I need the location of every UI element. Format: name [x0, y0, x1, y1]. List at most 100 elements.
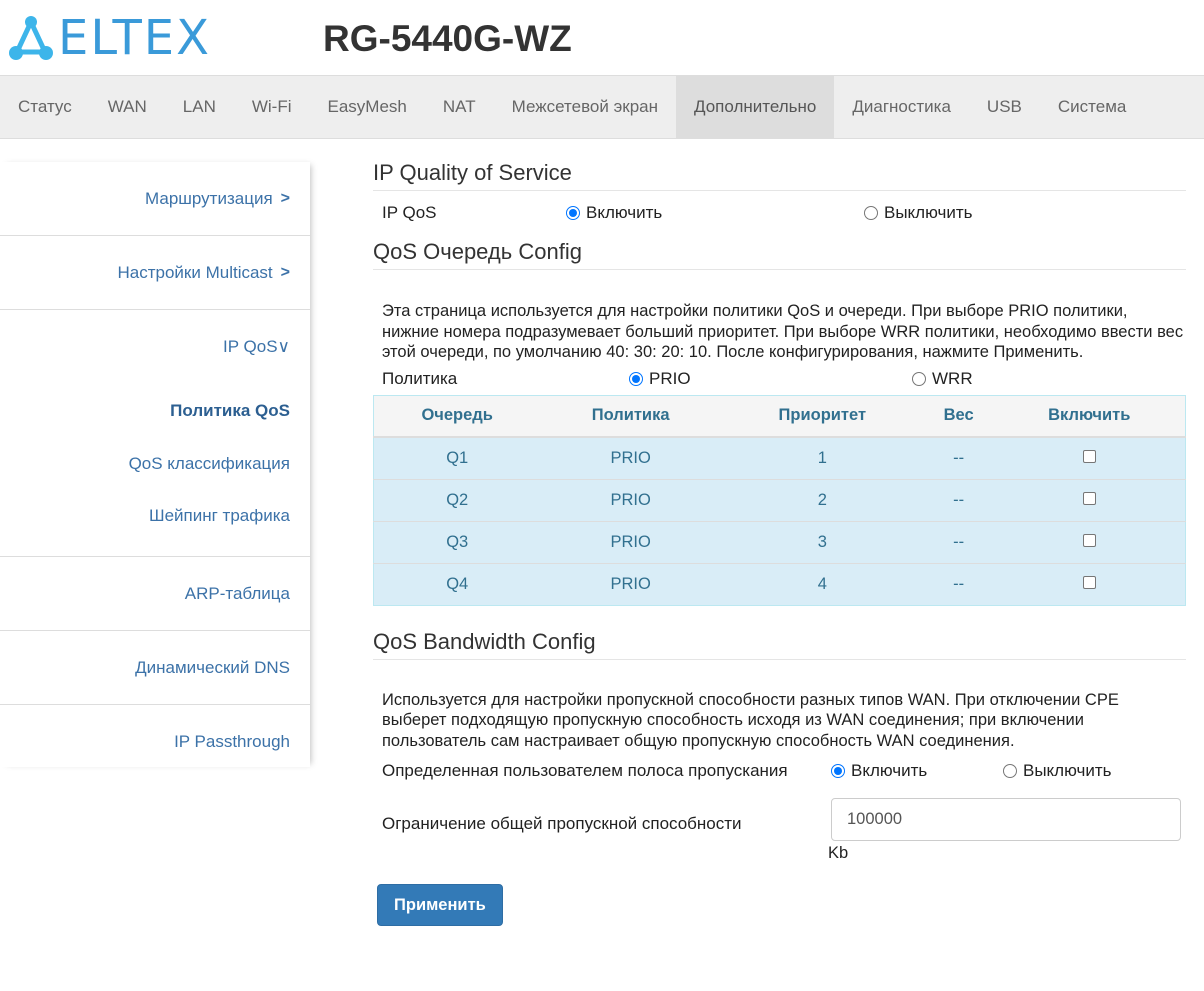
- cell-q: Q3: [373, 520, 541, 563]
- cell-pr: 1: [720, 436, 924, 479]
- radio-checked[interactable]: [831, 764, 845, 778]
- radio-checked[interactable]: [566, 206, 580, 220]
- enable-checkbox[interactable]: [1082, 533, 1096, 547]
- bandwidth-description: Используется для настройки пропускной сп…: [382, 690, 1119, 750]
- cell-q: Q2: [373, 478, 541, 521]
- user-bandwidth-on-radio[interactable]: Включить: [831, 761, 1003, 781]
- logo-text: ELTEX: [58, 10, 211, 66]
- cell-w: --: [923, 436, 994, 479]
- ipqos-title: IP Quality of Service: [373, 160, 1186, 191]
- queue-description: Эта страница используется для настройки …: [382, 302, 1184, 361]
- cell-p: PRIO: [540, 478, 721, 521]
- sidebar-item-qos-policy[interactable]: Политика QoS: [0, 384, 310, 437]
- nav-tab[interactable]: Диагностика: [834, 76, 969, 138]
- column-header: Очередь: [373, 395, 541, 438]
- policy-label: Политика: [382, 368, 458, 388]
- cell-p: PRIO: [540, 436, 721, 479]
- radio-label: PRIO: [649, 368, 691, 388]
- nav-tab[interactable]: EasyMesh: [310, 76, 425, 138]
- sidebar-label: IP QoS: [223, 337, 278, 356]
- nav-tab[interactable]: LAN: [165, 76, 234, 138]
- column-header: Вес: [923, 395, 994, 438]
- cell-q: Q4: [373, 562, 541, 605]
- radio-checked[interactable]: [629, 371, 643, 386]
- radio-label: WRR: [932, 368, 973, 388]
- column-header: Включить: [993, 395, 1186, 438]
- eltex-logo: ELTEX: [8, 12, 211, 64]
- nav-tab[interactable]: Статус: [0, 76, 90, 138]
- bandwidth-title: QoS Bandwidth Config: [373, 629, 1186, 660]
- chevron-right-icon: >: [280, 189, 290, 207]
- policy-prio-radio[interactable]: PRIO: [629, 369, 912, 389]
- nav-tab[interactable]: Система: [1040, 76, 1144, 138]
- chevron-right-icon: >: [280, 263, 290, 281]
- ipqos-label: IP QoS: [382, 203, 437, 222]
- queue-table: Очередь Политика Приоритет Вес Включить Q1 PR…: [373, 394, 1186, 606]
- table-header-row: Очередь Политика Приоритет Вес Включить: [373, 395, 1186, 438]
- cell-p: PRIO: [540, 562, 721, 605]
- cell-pr: 2: [720, 478, 924, 521]
- limit-input[interactable]: [831, 797, 1181, 841]
- radio-label: Включить: [851, 761, 928, 780]
- enable-checkbox[interactable]: [1082, 491, 1096, 505]
- cell-enable: [993, 562, 1186, 605]
- chevron-down-icon: ∨: [277, 337, 290, 356]
- sidebar-label: Маршрутизация: [145, 188, 273, 208]
- queue-title: QoS Очередь Config: [373, 239, 1186, 270]
- radio-unchecked[interactable]: [864, 206, 878, 220]
- policy-wrr-radio[interactable]: WRR: [912, 369, 973, 389]
- user-bandwidth-label: Определенная пользователем полоса пропус…: [382, 761, 788, 780]
- user-bandwidth-row: Определенная пользователем полоса пропус…: [373, 751, 1186, 791]
- enable-checkbox[interactable]: [1082, 449, 1096, 463]
- limit-label: Ограничение общей пропускной способности: [382, 814, 742, 833]
- user-bandwidth-off-radio[interactable]: Выключить: [1003, 761, 1111, 781]
- nav-tab[interactable]: Межсетевой экран: [494, 76, 676, 138]
- limit-row: Ограничение общей пропускной способности: [373, 794, 1186, 844]
- sidebar-item-arp[interactable]: ARP-таблица: [0, 557, 310, 631]
- sidebar-item-routing[interactable]: Маршрутизация >: [0, 162, 310, 236]
- sidebar-item-ipqos[interactable]: IP QoS ∨: [0, 310, 310, 384]
- sidebar-item-multicast[interactable]: Настройки Multicast >: [0, 236, 310, 310]
- main-content: IP Quality of Service IP QoS Включить Вы…: [373, 160, 1186, 926]
- sidebar-label: IP Passthrough: [174, 732, 290, 751]
- radio-unchecked[interactable]: [1003, 764, 1017, 778]
- ipqos-on-radio[interactable]: Включить: [566, 203, 864, 223]
- cell-enable: [993, 436, 1186, 479]
- nav-tab[interactable]: USB: [969, 76, 1040, 138]
- cell-p: PRIO: [540, 520, 721, 563]
- sidebar-item-ddns[interactable]: Динамический DNS: [0, 631, 310, 705]
- nav-tab[interactable]: WAN: [90, 76, 165, 138]
- ipqos-row: IP QoS Включить Выключить: [373, 191, 1186, 235]
- sidebar-group-ipqos: IP QoS ∨ Политика QoS QoS классификация Ш…: [0, 310, 310, 557]
- radio-label: Выключить: [884, 203, 973, 222]
- ipqos-off-radio[interactable]: Выключить: [864, 203, 972, 223]
- cell-enable: [993, 520, 1186, 563]
- eltex-network-icon: [9, 16, 53, 60]
- radio-unchecked[interactable]: [912, 371, 926, 386]
- cell-w: --: [923, 562, 994, 605]
- cell-w: --: [923, 520, 994, 563]
- table-row: Q4 PRIO 4 --: [373, 562, 1186, 605]
- sidebar-item-traffic-shaping[interactable]: Шейпинг трафика: [0, 490, 310, 542]
- column-header: Политика: [540, 395, 721, 438]
- apply-button[interactable]: Применить: [377, 884, 503, 926]
- enable-checkbox[interactable]: [1082, 575, 1096, 589]
- header: ELTEX RG-5440G-WZ: [0, 0, 1204, 75]
- device-model: RG-5440G-WZ: [323, 18, 572, 59]
- policy-row: Политика PRIO WRR: [373, 363, 1186, 395]
- sidebar-item-ip-passthrough[interactable]: IP Passthrough: [0, 705, 310, 779]
- table-body: Q1 PRIO 1 -- Q2 PRIO 2 -- Q3 PRIO 3 -- Q4 PRIO 4 --: [373, 436, 1186, 605]
- table-row: Q1 PRIO 1 --: [373, 436, 1186, 479]
- cell-q: Q1: [373, 436, 541, 479]
- nav-tab[interactable]: NAT: [425, 76, 494, 138]
- radio-label: Выключить: [1023, 761, 1112, 780]
- column-header: Приоритет: [720, 395, 924, 438]
- sidebar-item-qos-classification[interactable]: QoS классификация: [0, 437, 310, 490]
- nav-tab[interactable]: Дополнительно: [676, 76, 835, 138]
- limit-unit: Kb: [828, 844, 849, 862]
- sidebar: Маршрутизация > Настройки Multicast > IP Q…: [0, 162, 310, 767]
- main-nav: Статус WAN LAN Wi-Fi EasyMesh NAT Межсетевой э…: [0, 75, 1204, 139]
- radio-label: Включить: [586, 203, 663, 222]
- table-row: Q3 PRIO 3 --: [373, 520, 1186, 563]
- nav-tab[interactable]: Wi-Fi: [234, 76, 310, 138]
